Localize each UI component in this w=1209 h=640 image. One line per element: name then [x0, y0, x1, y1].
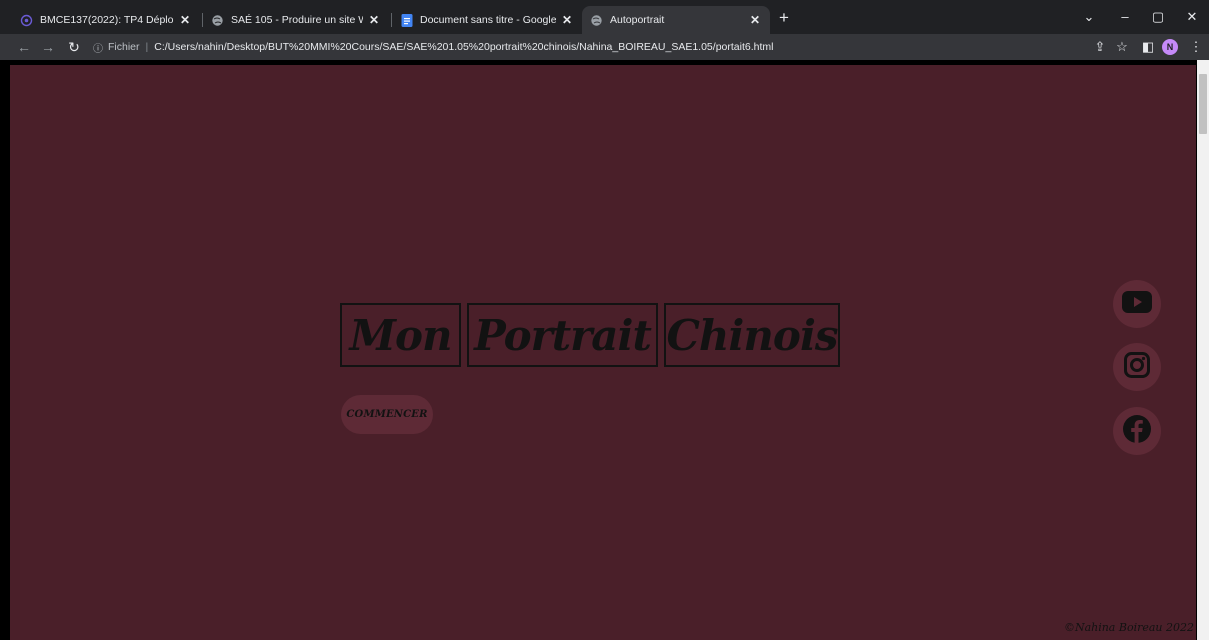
tab-search-icon[interactable]: ⌄	[1074, 6, 1104, 28]
forward-arrow-icon[interactable]: →	[38, 37, 58, 57]
instagram-icon	[1124, 351, 1150, 383]
profile-avatar[interactable]: N	[1162, 39, 1178, 55]
facebook-icon	[1122, 414, 1152, 449]
instagram-link[interactable]	[1113, 343, 1161, 391]
close-icon[interactable]: ✕	[367, 13, 381, 27]
side-panel-icon[interactable]: ◧	[1138, 37, 1158, 57]
tab-label: Autoportrait	[610, 14, 665, 26]
close-icon[interactable]: ✕	[178, 13, 192, 27]
tab-label: Document sans titre - Google Dc	[420, 14, 556, 26]
google-docs-icon	[400, 13, 413, 27]
globe-icon	[211, 14, 224, 27]
title-word-mon: Mon	[340, 303, 461, 367]
title-word-chinois: Chinois	[664, 303, 840, 367]
close-icon[interactable]: ✕	[748, 13, 762, 27]
share-icon[interactable]: ⇪	[1090, 37, 1110, 57]
scrollbar[interactable]	[1197, 60, 1209, 640]
tab-bmce137[interactable]: BMCE137(2022): TP4 Déploiemen ✕	[12, 6, 200, 34]
tab-sae105[interactable]: SAÉ 105 - Produire un site Web l ✕	[203, 6, 389, 34]
title-word-portrait: Portrait	[467, 303, 658, 367]
back-arrow-icon[interactable]: ←	[14, 37, 34, 57]
scrollbar-thumb[interactable]	[1199, 74, 1207, 134]
page-content: Mon Portrait Chinois COMMENCER ©Nahina B…	[10, 65, 1196, 640]
scheme-label: Fichier	[108, 41, 140, 53]
tab-google-doc[interactable]: Document sans titre - Google Dc ✕	[392, 6, 582, 34]
tab-label: SAÉ 105 - Produire un site Web l	[231, 14, 363, 26]
footer-copyright: ©Nahina Boireau 2022	[1063, 621, 1194, 634]
youtube-icon	[1122, 290, 1152, 318]
facebook-link[interactable]	[1113, 407, 1161, 455]
moodle-icon	[20, 14, 33, 27]
globe-icon	[590, 14, 603, 27]
address-bar[interactable]: ⓘ Fichier | C:/Users/nahin/Desktop/BUT%2…	[93, 36, 1093, 58]
hero-title: Mon Portrait Chinois	[340, 303, 840, 367]
minimize-button[interactable]: –	[1110, 6, 1140, 28]
restore-button[interactable]: ▢	[1143, 6, 1173, 28]
bookmark-star-icon[interactable]: ☆	[1112, 37, 1132, 57]
url-text[interactable]: C:/Users/nahin/Desktop/BUT%20MMI%20Cours…	[154, 41, 773, 53]
youtube-link[interactable]	[1113, 280, 1161, 328]
address-divider: |	[145, 41, 149, 53]
info-icon[interactable]: ⓘ	[93, 40, 103, 55]
reload-icon[interactable]: ↻	[64, 37, 84, 57]
window-close-button[interactable]: ✕	[1177, 6, 1207, 28]
tab-autoportrait[interactable]: Autoportrait ✕	[582, 6, 770, 34]
page-viewport: Mon Portrait Chinois COMMENCER ©Nahina B…	[0, 60, 1209, 640]
tab-strip: BMCE137(2022): TP4 Déploiemen ✕ SAÉ 105 …	[0, 0, 1209, 34]
start-button[interactable]: COMMENCER	[341, 395, 433, 434]
menu-kebab-icon[interactable]: ⋮	[1186, 37, 1206, 57]
browser-toolbar: ← → ↻ ⓘ Fichier | C:/Users/nahin/Desktop…	[0, 34, 1209, 60]
tab-label: BMCE137(2022): TP4 Déploiemen	[40, 14, 174, 26]
close-icon[interactable]: ✕	[560, 13, 574, 27]
new-tab-button[interactable]: +	[774, 8, 794, 28]
